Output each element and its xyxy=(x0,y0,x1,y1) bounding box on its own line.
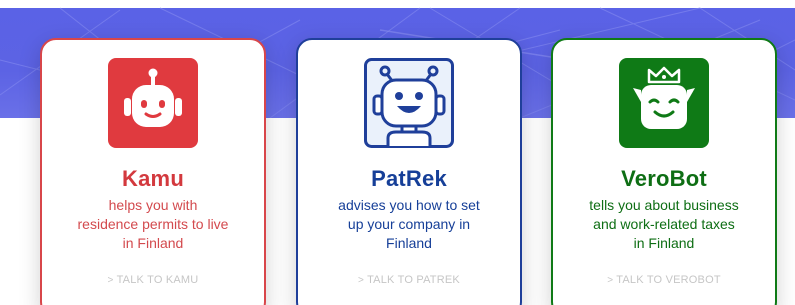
chevron-right-icon: > xyxy=(107,275,114,286)
talk-to-verobot-link[interactable]: > TALK TO VEROBOT xyxy=(553,274,775,286)
bot-description-line: Finland xyxy=(386,235,432,251)
link-label: TALK TO KAMU xyxy=(116,274,199,286)
talk-to-patrek-link[interactable]: > TALK TO PATREK xyxy=(298,274,520,286)
bot-card-patrek[interactable]: PatRek advises you how to set up your co… xyxy=(296,38,522,305)
bot-name: Kamu xyxy=(122,166,184,191)
bot-description: helps you with residence permits to live… xyxy=(62,196,244,253)
talk-to-kamu-link[interactable]: > TALK TO KAMU xyxy=(42,274,264,286)
bot-name: VeroBot xyxy=(621,166,707,191)
bot-description-line: in Finland xyxy=(633,235,695,251)
patrek-robot-icon xyxy=(364,58,454,148)
kamu-robot-icon xyxy=(108,58,198,148)
bot-description: tells you about business and work-relate… xyxy=(573,196,755,253)
bot-description-line: up your company in xyxy=(347,216,471,232)
link-label: TALK TO PATREK xyxy=(367,274,460,286)
bot-description-line: helps you with xyxy=(108,197,198,213)
bot-description-line: residence permits to live xyxy=(77,216,229,232)
bot-card-verobot[interactable]: VeroBot tells you about business and wor… xyxy=(551,38,777,305)
bot-description-line: advises you how to set xyxy=(338,197,480,213)
chevron-right-icon: > xyxy=(607,275,614,286)
verobot-robot-icon xyxy=(619,58,709,148)
link-label: TALK TO VEROBOT xyxy=(616,274,721,286)
bot-description: advises you how to set up your company i… xyxy=(318,196,500,253)
bot-description-line: and work-related taxes xyxy=(593,216,735,232)
bot-description-line: tells you about business xyxy=(589,197,739,213)
bot-name: PatRek xyxy=(371,166,447,191)
bot-card-kamu[interactable]: Kamu helps you with residence permits to… xyxy=(40,38,266,305)
bot-description-line: in Finland xyxy=(122,235,184,251)
chevron-right-icon: > xyxy=(358,275,365,286)
